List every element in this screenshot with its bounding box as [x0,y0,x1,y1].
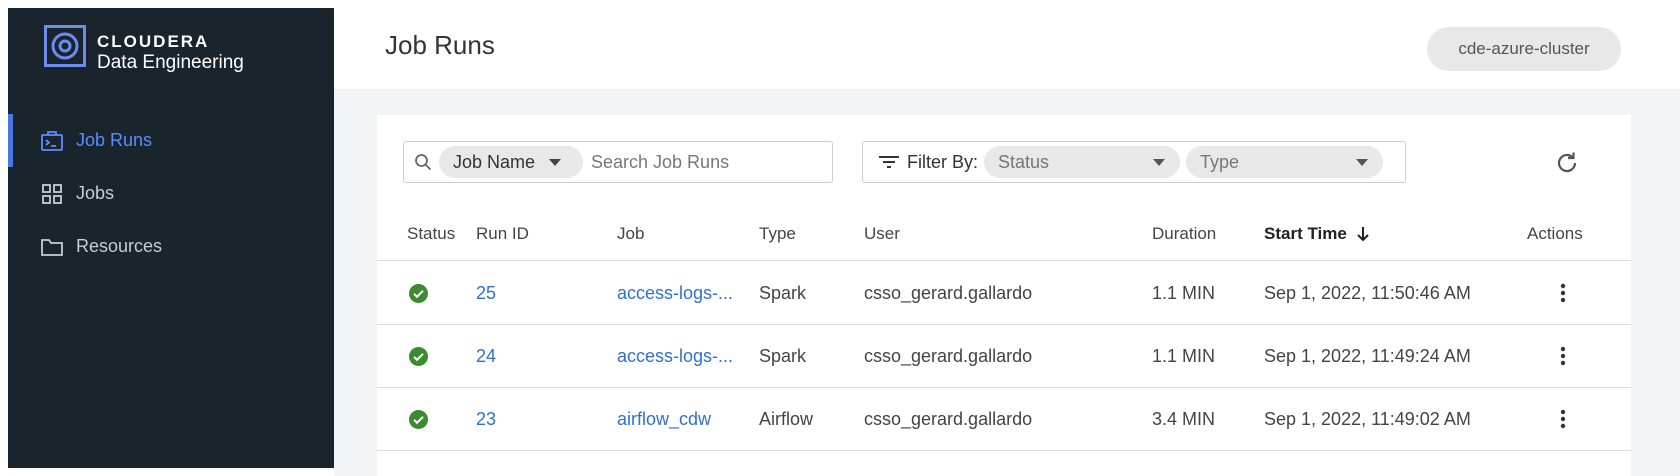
search-field-select[interactable]: Job Name [439,146,583,178]
status-filter-placeholder: Status [998,151,1050,172]
search-field-value: Job Name [453,151,536,172]
column-start-time[interactable]: Start Time [1264,207,1371,261]
duration-cell: 1.1 MIN [1152,282,1216,303]
run-id-link[interactable]: 24 [476,325,496,387]
chevron-down-icon [549,158,562,166]
sidebar: CLOUDERA Data Engineering Job Runs Jobs … [8,8,334,468]
sort-descending-icon [1357,227,1369,242]
grid-icon [40,182,64,206]
status-cell [409,388,428,450]
type-cell: Spark [759,282,807,303]
status-cell [409,262,428,324]
chevron-down-icon [1356,158,1369,166]
status-cell [409,325,428,387]
search-input[interactable] [591,151,831,173]
column-actions: Actions [1527,224,1583,243]
more-vert-icon[interactable] [1551,407,1575,431]
sidebar-item-job-runs[interactable]: Job Runs [8,114,334,167]
success-check-icon [409,283,428,303]
user-cell: csso_gerard.gallardo [864,408,1033,429]
job-link[interactable]: airflow_cdw [617,388,711,450]
user-cell: csso_gerard.gallardo [864,282,1033,303]
type-filter-placeholder: Type [1200,151,1240,172]
column-status[interactable]: Status [407,207,455,261]
sidebar-item-resources[interactable]: Resources [8,220,334,273]
table-row[interactable]: 24 access-logs-... Spark csso_gerard.gal… [377,325,1631,388]
run-id-link[interactable]: 23 [476,388,496,450]
type-cell: Airflow [759,408,814,429]
row-actions [1551,262,1575,324]
status-filter-select[interactable]: Status [984,146,1181,178]
cloudera-logo-icon [44,25,86,67]
success-check-icon [409,346,428,366]
job-link[interactable]: access-logs-... [617,325,733,387]
sidebar-item-label: Resources [76,236,163,256]
column-start-time-label: Start Time [1264,224,1347,243]
success-check-icon [409,409,428,429]
table-row[interactable]: 23 airflow_cdw Airflow csso_gerard.galla… [377,388,1631,451]
brand-name: CLOUDERA [97,32,210,51]
table-row[interactable]: 25 access-logs-... Spark csso_gerard.gal… [377,262,1631,325]
search-box: Job Name [403,141,833,183]
refresh-icon[interactable] [1553,149,1581,177]
sidebar-item-label: Job Runs [76,130,153,150]
chevron-down-icon [1153,158,1166,166]
sidebar-item-jobs[interactable]: Jobs [8,167,334,220]
type-filter-select[interactable]: Type [1186,146,1384,178]
duration-cell: 1.1 MIN [1152,345,1216,366]
filter-icon [879,156,899,168]
column-type[interactable]: Type [759,207,796,261]
job-link[interactable]: access-logs-... [617,262,733,324]
cluster-selector[interactable]: cde-azure-cluster [1427,27,1621,71]
brand[interactable]: CLOUDERA Data Engineering [44,25,244,72]
start-time-cell: Sep 1, 2022, 11:50:46 AM [1264,282,1471,303]
job-runs-card: Job Name Filter By: Status Type Status R… [377,115,1631,476]
folder-icon [40,235,64,259]
more-vert-icon[interactable] [1551,344,1575,368]
column-user[interactable]: User [864,207,900,261]
column-duration[interactable]: Duration [1152,207,1216,261]
brand-product: Data Engineering [97,52,244,73]
page-title: Job Runs [385,30,495,60]
duration-cell: 3.4 MIN [1152,408,1216,429]
sidebar-nav: Job Runs Jobs Resources [8,114,334,273]
more-vert-icon[interactable] [1551,281,1575,305]
sidebar-item-label: Jobs [76,183,115,203]
type-cell: Spark [759,345,807,366]
row-actions [1551,388,1575,450]
column-run-id[interactable]: Run ID [476,207,529,261]
page-header: Job Runs cde-azure-cluster [334,0,1680,89]
user-cell: csso_gerard.gallardo [864,345,1033,366]
start-time-cell: Sep 1, 2022, 11:49:24 AM [1264,345,1471,366]
row-actions [1551,325,1575,387]
filter-bar: Filter By: Status Type [862,141,1406,183]
start-time-cell: Sep 1, 2022, 11:49:02 AM [1264,408,1471,429]
filter-label: Filter By: [907,151,979,172]
table-header: Status Run ID Job Type User Duration Sta… [377,207,1631,261]
column-job[interactable]: Job [617,207,644,261]
run-id-link[interactable]: 25 [476,262,496,324]
terminal-briefcase-icon [40,129,64,153]
search-icon [415,154,432,171]
